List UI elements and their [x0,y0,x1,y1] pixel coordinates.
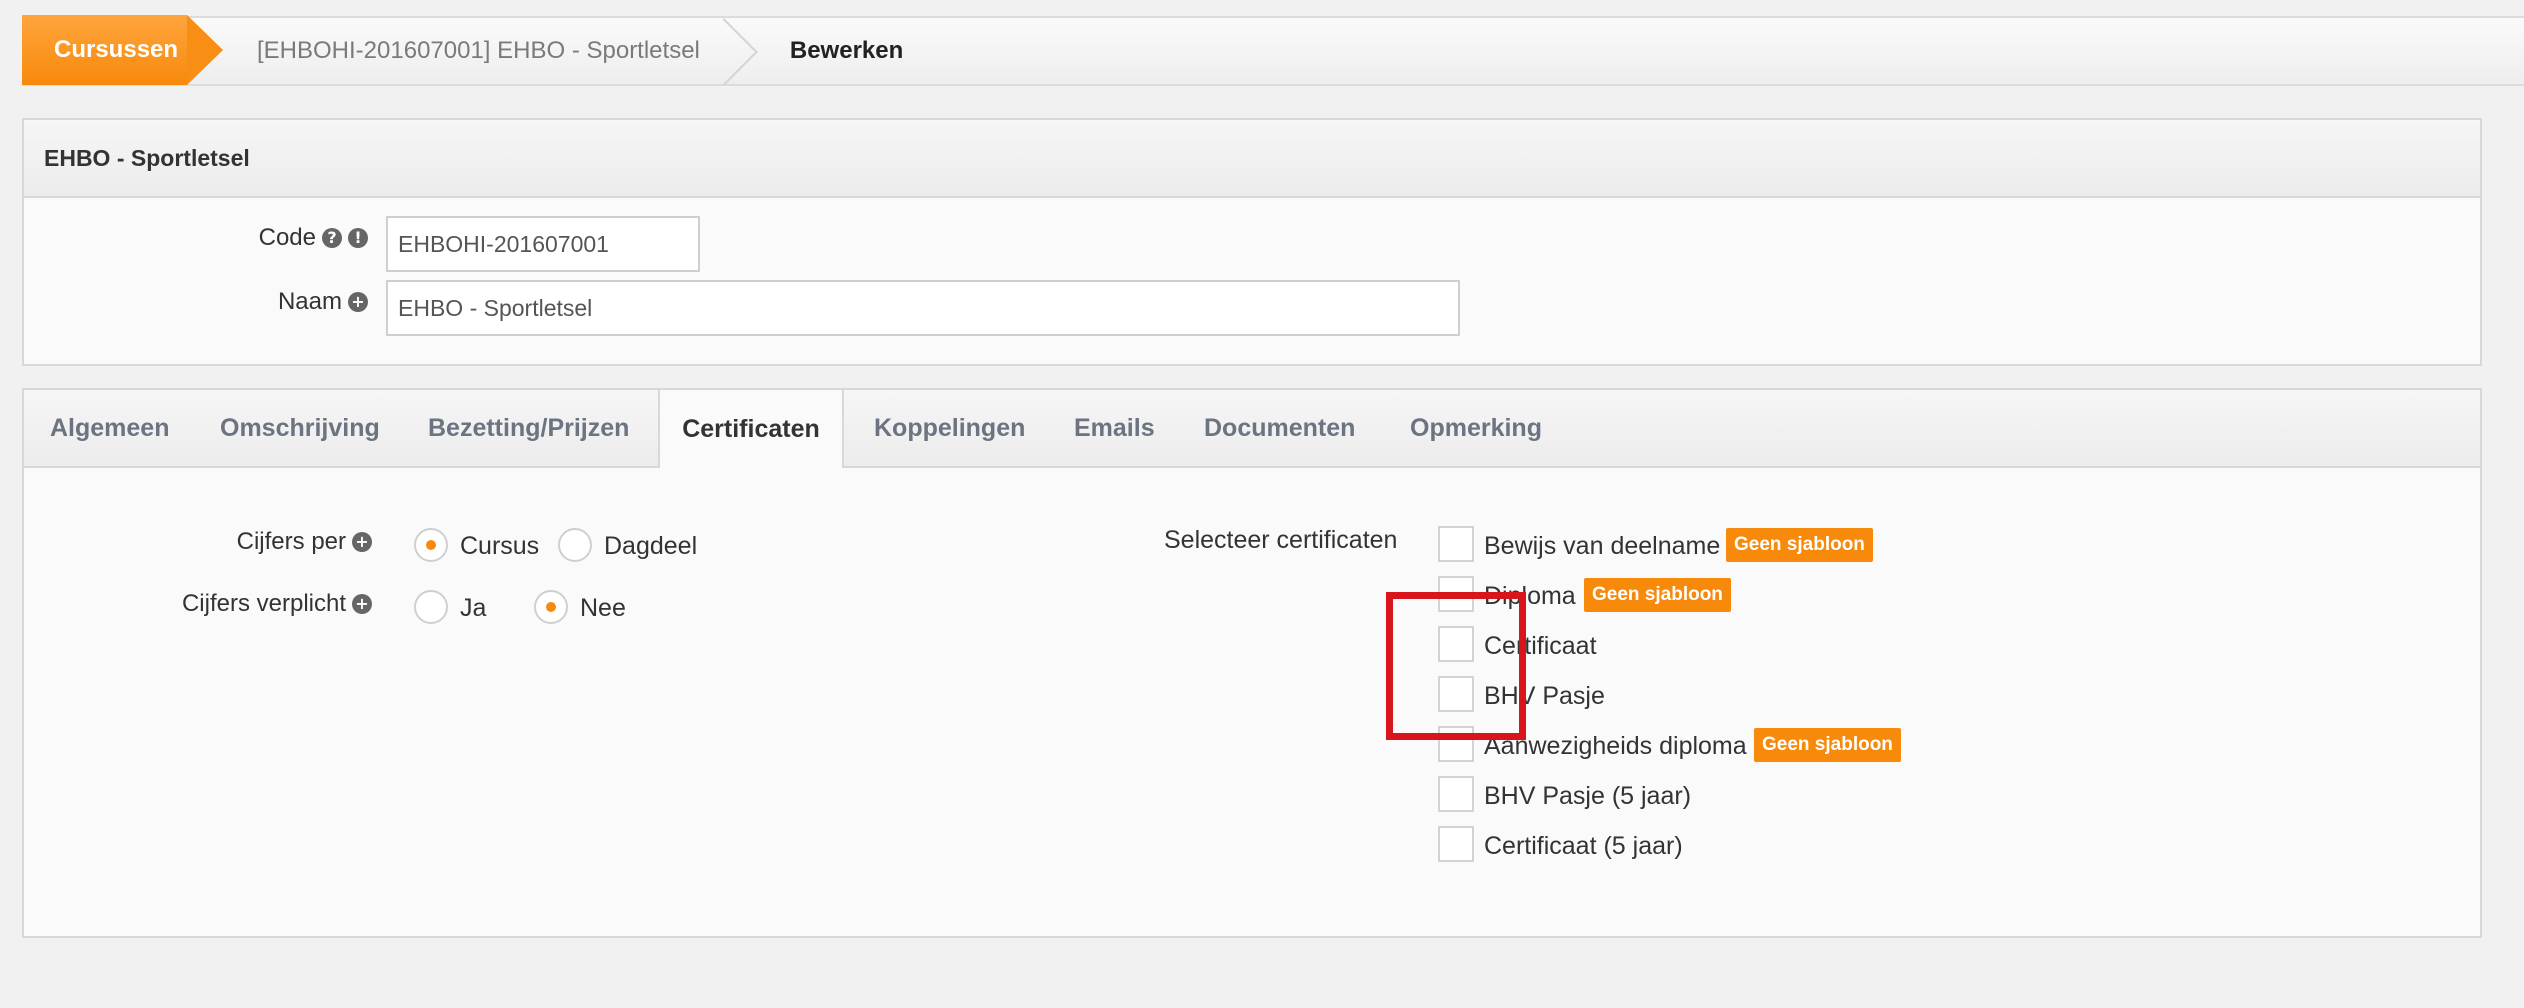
tab-documenten[interactable]: Documenten [1204,390,1355,466]
tab-bezetting-prijzen[interactable]: Bezetting/Prijzen [428,390,629,466]
tab-koppelingen[interactable]: Koppelingen [874,390,1025,466]
course-tabs-panel: Algemeen Omschrijving Bezetting/Prijzen … [22,388,2482,938]
code-input[interactable]: EHBOHI-201607001 [386,216,700,272]
breadcrumb-cursussen[interactable]: Cursussen [22,15,223,85]
course-header-panel: EHBO - Sportletsel Code ? ! EHBOHI-20160… [22,118,2482,366]
breadcrumb-course[interactable]: [EHBOHI-201607001] EHBO - Sportletsel [187,18,740,84]
cijfers-per-label-group: Cijfers per + [237,528,372,556]
radio-cursus[interactable] [414,528,448,562]
tab-certificaten[interactable]: Certificaten [658,390,844,468]
breadcrumb-bewerken: Bewerken [789,37,904,64]
checkbox-bewijs-van-deelname[interactable] [1438,526,1474,562]
geen-sjabloon-badge: Geen sjabloon [1754,728,1901,762]
tab-opmerking[interactable]: Opmerking [1410,390,1542,466]
cert-label: Certificaat (5 jaar) [1484,832,1683,860]
checkbox-bhv-pasje-5-jaar[interactable] [1438,776,1474,812]
tab-emails[interactable]: Emails [1074,390,1155,466]
cert-label: Bewijs van deelname [1484,532,1721,560]
plus-icon[interactable]: + [352,594,372,614]
code-label-group: Code ? ! [259,224,368,252]
help-icon[interactable]: ? [322,228,342,248]
radio-nee-label: Nee [580,594,626,622]
radio-dagdeel-label: Dagdeel [604,532,698,560]
breadcrumb: Cursussen [EHBOHI-201607001] EHBO - Spor… [22,15,2524,86]
info-icon[interactable]: ! [348,228,368,248]
cijfers-per-label: Cijfers per [236,528,346,555]
naam-label-group: Naam + [278,288,368,316]
cert-label: BHV Pasje (5 jaar) [1484,782,1692,810]
panel-title: EHBO - Sportletsel [24,120,2480,198]
geen-sjabloon-badge: Geen sjabloon [1584,578,1731,612]
code-label: Code [258,224,316,251]
cijfers-verplicht-label: Cijfers verplicht [181,590,346,617]
checkbox-certificaat-5-jaar[interactable] [1438,826,1474,862]
plus-icon[interactable]: + [352,532,372,552]
radio-dagdeel[interactable] [558,528,592,562]
plus-icon[interactable]: + [348,292,368,312]
radio-ja[interactable] [414,590,448,624]
tab-bar: Algemeen Omschrijving Bezetting/Prijzen … [24,390,2480,468]
geen-sjabloon-badge: Geen sjabloon [1726,528,1873,562]
naam-label: Naam [277,288,342,315]
radio-ja-label: Ja [460,594,487,622]
cijfers-verplicht-label-group: Cijfers verplicht + [182,590,372,618]
radio-nee[interactable] [534,590,568,624]
highlight-annotation-box [1386,592,1526,740]
tab-omschrijving[interactable]: Omschrijving [220,390,380,466]
tab-algemeen[interactable]: Algemeen [50,390,169,466]
selecteer-certificaten-label: Selecteer certificaten [1164,526,1398,554]
naam-input[interactable]: EHBO - Sportletsel [386,280,1460,336]
radio-cursus-label: Cursus [460,532,540,560]
